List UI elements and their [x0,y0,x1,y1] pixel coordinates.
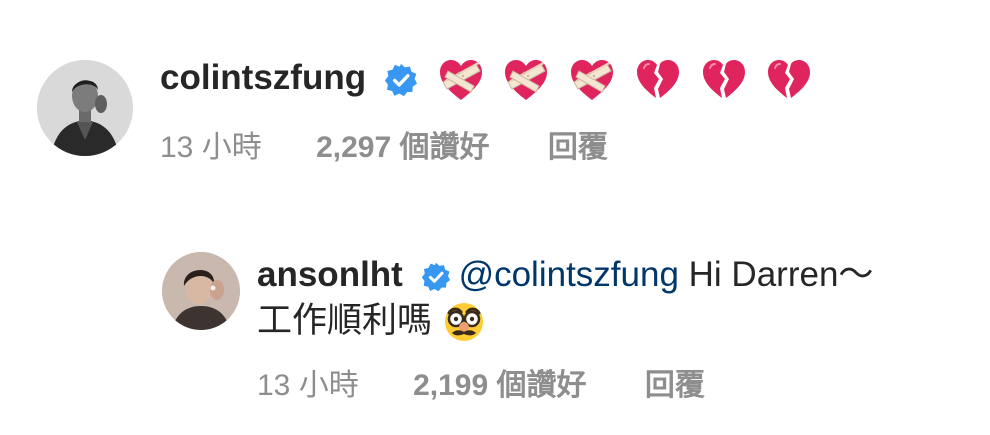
reply-button[interactable]: 回覆 [548,128,608,168]
avatar-colintszfung[interactable] [37,60,133,156]
username[interactable]: ansonlht [257,255,403,294]
comment-text: ansonlht @colintszfung Hi Darren～ 工作順利嗎 [257,252,967,344]
broken-heart-icon [635,58,681,102]
like-count[interactable]: 2,297 個讚好 [316,128,489,168]
verified-badge-icon [384,63,418,97]
comment-line: colintszfung [160,56,812,102]
disguised-face-icon [442,302,486,344]
username[interactable]: colintszfung [160,58,366,97]
comment-text-line2: 工作順利嗎 [257,301,433,340]
avatar-photo [162,252,240,330]
avatar-ansonlht[interactable] [162,252,240,330]
avatar-photo [37,60,133,156]
comment-meta: 13 小時 2,199 個讚好 回覆 [257,366,705,406]
like-count[interactable]: 2,199 個讚好 [413,366,586,406]
reply-button[interactable]: 回覆 [645,366,705,406]
heart-with-bandage-icon [569,58,615,102]
timestamp: 13 小時 [257,369,359,402]
timestamp: 13 小時 [160,131,262,164]
broken-heart-icon [766,58,812,102]
heart-with-bandage-icon [503,58,549,102]
broken-heart-icon [701,58,747,102]
mention-link[interactable]: @colintszfung [459,255,679,294]
verified-badge-icon [421,262,451,292]
comment-meta: 13 小時 2,297 個讚好 回覆 [160,128,608,168]
heart-with-bandage-icon [438,58,484,102]
comment-text-line1: Hi Darren～ [678,255,874,294]
